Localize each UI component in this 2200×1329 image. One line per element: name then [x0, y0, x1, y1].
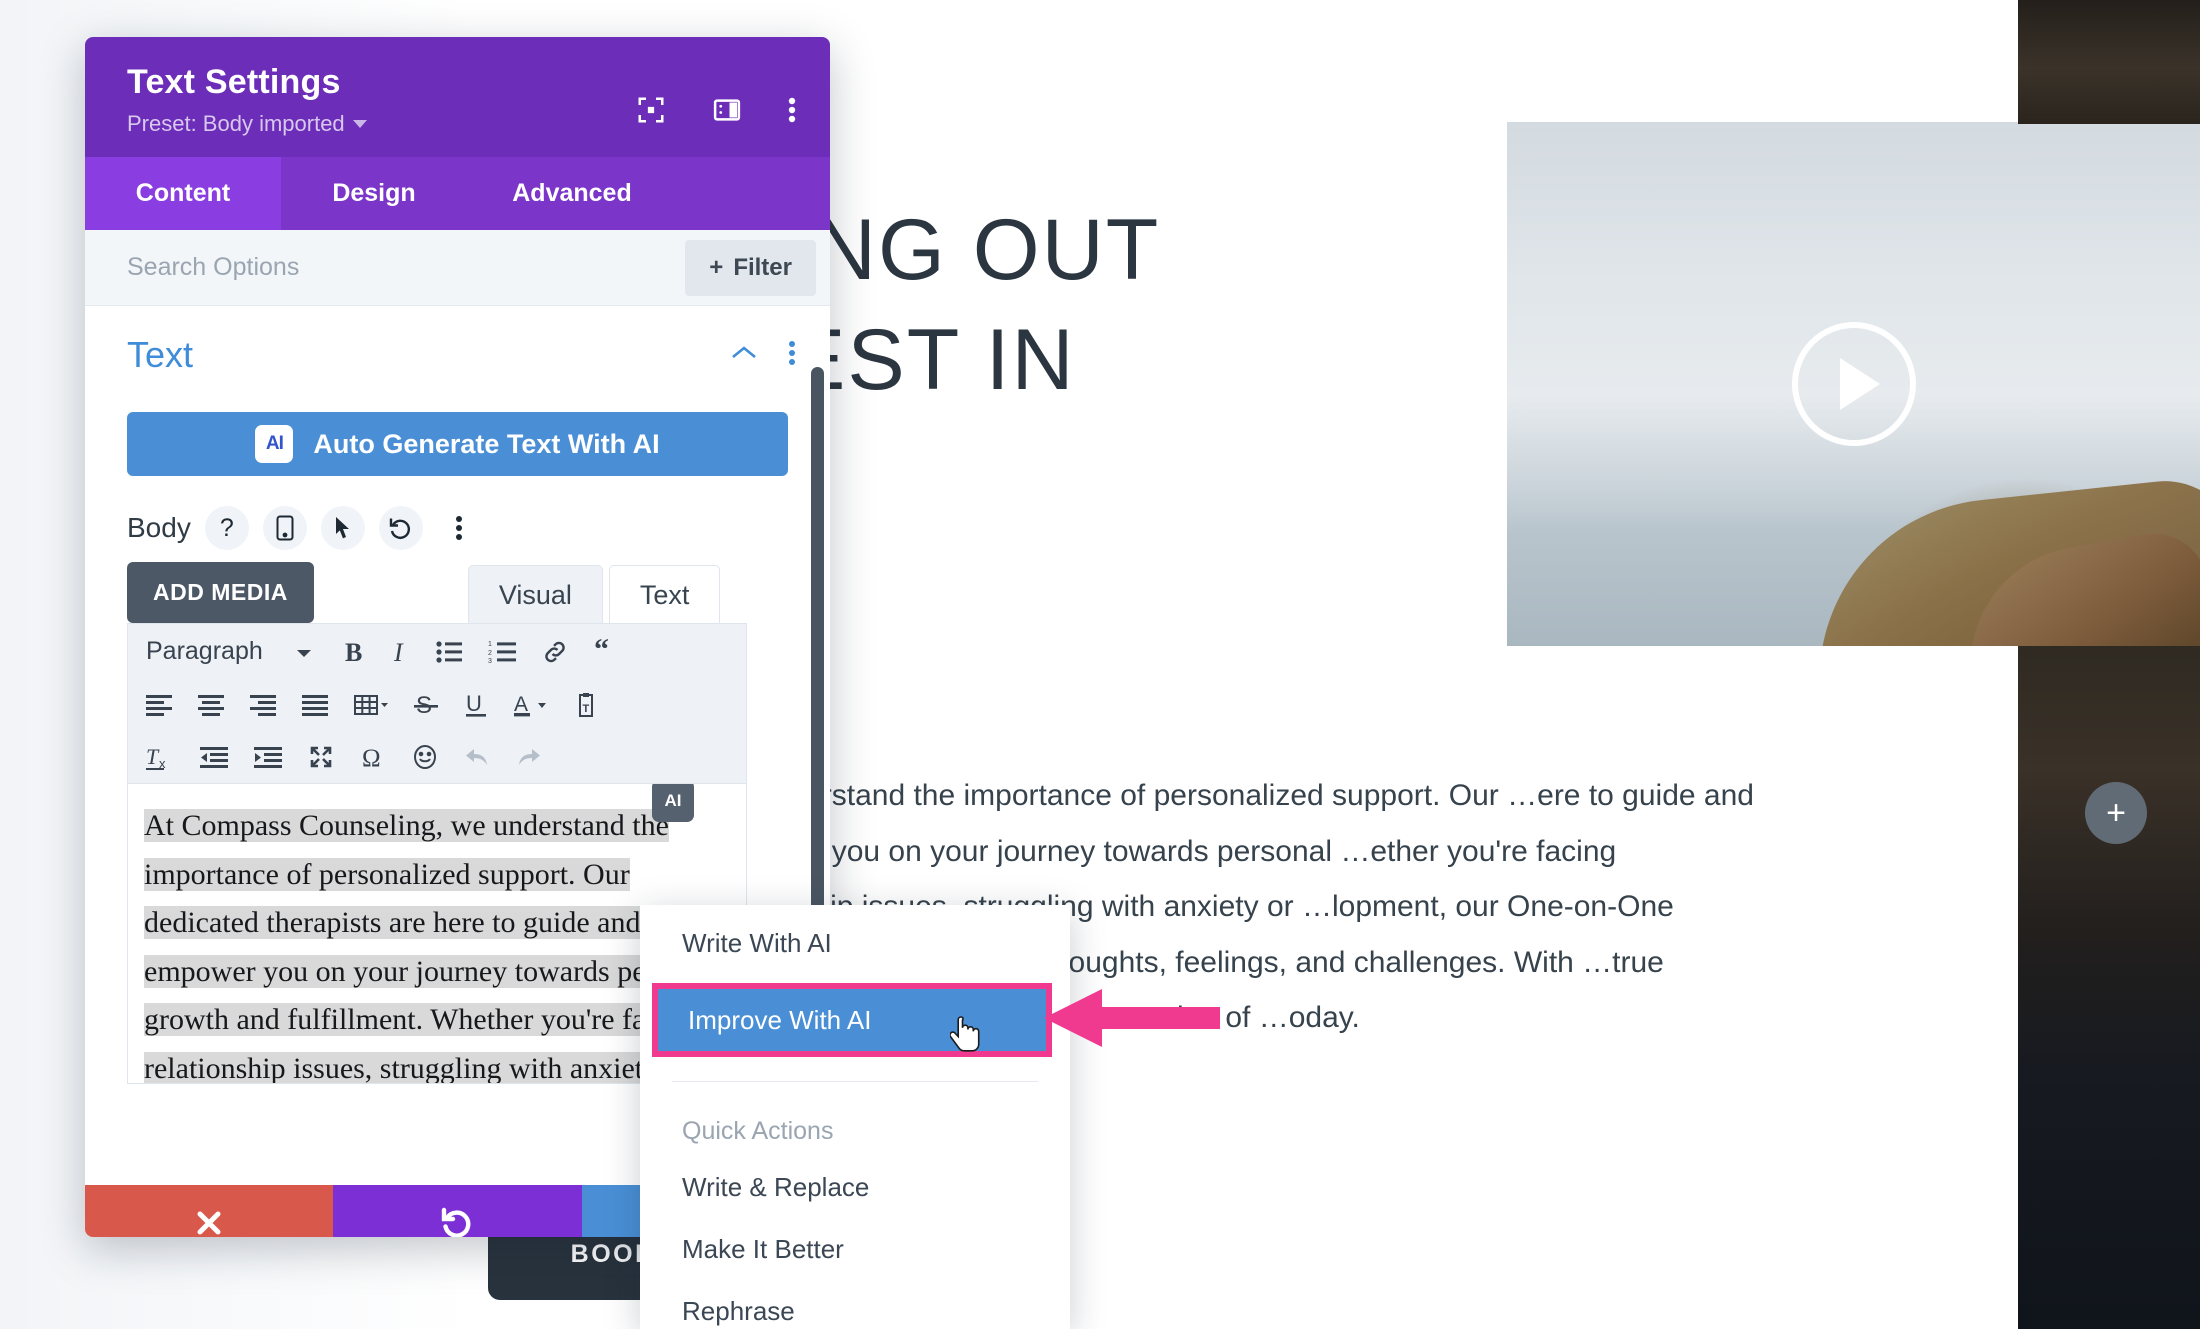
modal-header: Text Settings Preset: Body imported [85, 37, 830, 157]
svg-text:I: I [393, 638, 404, 666]
align-justify-icon[interactable] [302, 694, 328, 716]
tab-advanced[interactable]: Advanced [467, 157, 677, 230]
filter-button[interactable]: + Filter [685, 239, 816, 296]
menu-item-improve-with-ai[interactable]: Improve With AI [658, 989, 1046, 1052]
svg-text:Ω: Ω [362, 745, 381, 770]
help-icon[interactable]: ? [204, 506, 249, 550]
blockquote-icon[interactable]: “ [594, 639, 620, 665]
section-controls [730, 340, 796, 371]
link-icon[interactable] [542, 639, 568, 665]
svg-text:B: B [345, 638, 362, 666]
hover-cursor-icon[interactable] [320, 506, 365, 550]
svg-text:A: A [514, 693, 528, 716]
tab-content[interactable]: Content [85, 157, 281, 230]
editor-selected-text[interactable]: At Compass Counseling, we understand the… [144, 809, 719, 1083]
svg-text:3: 3 [488, 658, 492, 664]
underline-icon[interactable]: U [464, 692, 488, 718]
menu-item-rephrase[interactable]: Rephrase [640, 1280, 1070, 1329]
pink-arrow-annotation [1044, 989, 1220, 1047]
svg-text:x: x [159, 756, 166, 770]
add-media-button[interactable]: ADD MEDIA [127, 562, 314, 623]
play-triangle [1839, 358, 1880, 410]
ai-context-menu: Write With AI Improve With AI Quick Acti… [640, 905, 1070, 1329]
italic-icon[interactable]: I [392, 638, 410, 666]
split-layout-icon[interactable] [712, 95, 742, 125]
chevron-down-icon [296, 637, 312, 666]
redo-icon[interactable] [516, 745, 542, 769]
plus-icon: + [709, 253, 724, 281]
text-color-icon[interactable]: A [514, 692, 548, 718]
highlight-annotation: Improve With AI [652, 983, 1052, 1057]
menu-group-label: Quick Actions [682, 1117, 834, 1145]
table-icon[interactable] [354, 693, 388, 717]
search-row: Search Options + Filter [85, 230, 830, 306]
svg-text:T: T [583, 703, 590, 715]
filter-label: Filter [733, 253, 792, 281]
screenshot-root: …ING OUT …EST IN …e understand the impor… [0, 0, 2200, 1329]
more-vertical-icon[interactable] [788, 95, 796, 125]
focus-frame-icon[interactable] [636, 95, 666, 125]
image-module-bottom [2018, 646, 2200, 1329]
svg-text:2: 2 [488, 650, 492, 657]
strikethrough-icon[interactable]: S [414, 692, 438, 718]
undo-button[interactable] [333, 1185, 582, 1237]
chevron-up-icon[interactable] [730, 344, 758, 367]
play-icon[interactable] [1791, 322, 1916, 446]
bold-icon[interactable]: B [344, 638, 366, 666]
body-field-header: Body ? [85, 476, 830, 550]
reset-undo-icon[interactable] [378, 506, 423, 550]
modal-header-icons [636, 95, 796, 125]
auto-generate-text-ai-button[interactable]: AI Auto Generate Text With AI [127, 412, 788, 476]
toolbar-row-1: Paragraph B I 1 23 “ [128, 624, 746, 679]
align-left-icon[interactable] [146, 694, 172, 716]
numbered-list-icon[interactable]: 1 23 [488, 640, 516, 664]
menu-item-write-and-replace[interactable]: Write & Replace [640, 1156, 1070, 1218]
paragraph-format-value: Paragraph [146, 637, 263, 665]
more-vertical-icon[interactable] [788, 340, 796, 371]
auto-generate-label: Auto Generate Text With AI [313, 428, 660, 459]
modal-tabs: Content Design Advanced [85, 157, 830, 230]
svg-text:U: U [466, 692, 482, 716]
special-character-icon[interactable]: Ω [360, 744, 386, 770]
paragraph-format-select[interactable]: Paragraph [146, 637, 318, 666]
search-input[interactable]: Search Options [127, 253, 299, 282]
tab-visual[interactable]: Visual [467, 565, 603, 623]
outdent-icon[interactable] [200, 746, 228, 768]
undo-icon[interactable] [464, 745, 490, 769]
menu-item-write-with-ai[interactable]: Write With AI [640, 905, 1070, 981]
plus-icon[interactable]: + [2085, 782, 2147, 844]
editor-toolbar-top: ADD MEDIA Visual Text [85, 550, 830, 623]
menu-item-label: Improve With AI [688, 1004, 872, 1035]
menu-item-make-it-better[interactable]: Make It Better [640, 1218, 1070, 1280]
section-title: Text [127, 334, 194, 375]
tab-design[interactable]: Design [281, 157, 467, 230]
more-vertical-icon[interactable] [437, 506, 481, 550]
align-right-icon[interactable] [250, 694, 276, 716]
tab-text[interactable]: Text [608, 565, 721, 623]
align-center-icon[interactable] [198, 694, 224, 716]
clear-formatting-icon[interactable]: Tx [146, 744, 174, 770]
bullet-list-icon[interactable] [436, 640, 462, 664]
text-section-header: Text [85, 306, 830, 394]
image-module-top [2018, 0, 2200, 124]
svg-text:1: 1 [488, 641, 492, 648]
video-module[interactable] [1507, 122, 2200, 646]
emoji-icon[interactable] [412, 744, 438, 770]
ai-badge-icon[interactable]: AI [652, 784, 694, 822]
fullscreen-icon[interactable] [308, 744, 334, 770]
paste-as-text-icon[interactable]: T [574, 692, 598, 718]
toolbar-row-3: Tx Ω [128, 731, 746, 783]
cancel-button[interactable] [85, 1185, 334, 1237]
ai-badge-icon: AI [255, 425, 294, 463]
editor-mode-tabs: Visual Text [467, 565, 721, 623]
responsive-mobile-icon[interactable] [262, 506, 307, 550]
body-field-label: Body [127, 512, 191, 543]
toolbar-row-2: S U A T [128, 679, 746, 731]
indent-icon[interactable] [254, 746, 282, 768]
svg-text:T: T [146, 744, 160, 769]
preset-label: Preset: Body imported [127, 111, 345, 136]
svg-text:“: “ [594, 639, 609, 665]
chevron-down-icon [352, 120, 367, 128]
cursor-hand-icon [950, 1016, 980, 1052]
